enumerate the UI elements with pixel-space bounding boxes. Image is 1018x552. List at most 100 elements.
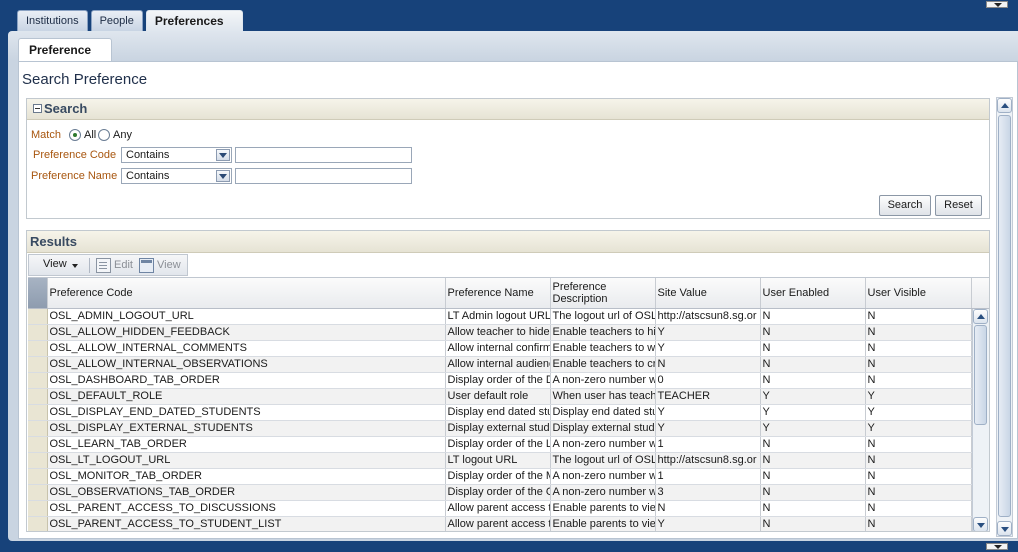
table-row[interactable]: OSL_LEARN_TAB_ORDER Display order of the …: [28, 436, 972, 453]
top-tab-bar: Institutions People Preferences: [17, 10, 246, 32]
table-cell: A non-zero number w: [550, 468, 656, 485]
table-cell: N: [865, 372, 972, 389]
row-selector[interactable]: [28, 404, 48, 421]
table-cell: N: [865, 356, 972, 373]
scroll-thumb[interactable]: [974, 325, 987, 425]
table-row[interactable]: OSL_DISPLAY_END_DATED_STUDENTS Display en…: [28, 404, 972, 421]
preference-name-operator-select[interactable]: Contains: [121, 168, 232, 184]
column-header[interactable]: User Visible: [865, 278, 972, 309]
table-cell: N: [760, 308, 866, 325]
table-row[interactable]: OSL_DISPLAY_EXTERNAL_STUDENTS Display ext…: [28, 420, 972, 437]
match-all-label: All: [84, 129, 97, 141]
table-cell: N: [865, 340, 972, 357]
row-selector[interactable]: [28, 436, 48, 453]
table-row[interactable]: OSL_DASHBOARD_TAB_ORDER Display order of …: [28, 372, 972, 389]
scroll-down-icon[interactable]: [997, 521, 1012, 536]
table-row[interactable]: OSL_DEFAULT_ROLE User default role When us…: [28, 388, 972, 405]
page-scrollbar[interactable]: [996, 97, 1013, 537]
tab-people[interactable]: People: [90, 10, 143, 32]
table-row[interactable]: OSL_ALLOW_INTERNAL_COMMENTS Allow interna…: [28, 340, 972, 357]
table-cell: N: [760, 436, 866, 453]
table-cell: Y: [760, 388, 866, 405]
table-row[interactable]: OSL_LT_LOGOUT_URL LT logout URL The logout…: [28, 452, 972, 469]
table-cell: Allow teacher to hide: [445, 324, 551, 341]
collapse-icon[interactable]: [33, 104, 42, 113]
table-cell: OSL_OBSERVATIONS_TAB_ORDER: [47, 484, 446, 501]
table-cell: OSL_DEFAULT_ROLE: [47, 388, 446, 405]
subtab-preference[interactable]: Preference: [18, 38, 113, 61]
preference-name-input[interactable]: [235, 168, 412, 184]
table-cell: Y: [655, 420, 761, 437]
preference-code-input[interactable]: [235, 147, 412, 163]
table-row[interactable]: OSL_OBSERVATIONS_TAB_ORDER Display order …: [28, 484, 972, 501]
column-header[interactable]: Preference Code: [47, 278, 446, 309]
search-button[interactable]: Search: [879, 195, 931, 216]
search-panel-header[interactable]: Search: [27, 99, 989, 120]
row-selector[interactable]: [28, 340, 48, 357]
row-selector[interactable]: [28, 372, 48, 389]
table-cell: OSL_ALLOW_HIDDEN_FEEDBACK: [47, 324, 446, 341]
table-cell: N: [865, 484, 972, 501]
column-header[interactable]: Preference Name: [445, 278, 551, 309]
table-cell: N: [865, 324, 972, 341]
table-row[interactable]: OSL_PARENT_ACCESS_TO_DISCUSSIONS Allow pa…: [28, 500, 972, 517]
preference-code-operator-select[interactable]: Contains: [121, 147, 232, 163]
scroll-down-icon[interactable]: [973, 517, 988, 531]
table-cell: Y: [865, 388, 972, 405]
table-cell: 1: [655, 436, 761, 453]
column-header[interactable]: Preference Description: [550, 278, 656, 309]
row-selector[interactable]: [28, 468, 48, 485]
row-selector[interactable]: [28, 388, 48, 405]
table-cell: OSL_PARENT_ACCESS_TO_DISCUSSIONS: [47, 500, 446, 517]
row-selector[interactable]: [28, 452, 48, 469]
scroll-thumb[interactable]: [998, 115, 1011, 517]
view-button[interactable]: View: [157, 259, 181, 271]
table-cell: Y: [655, 404, 761, 421]
table-cell: Y: [865, 420, 972, 437]
row-selector-header[interactable]: [28, 278, 48, 309]
reset-button[interactable]: Reset: [935, 195, 982, 216]
table-cell: Display order of the M: [445, 468, 551, 485]
chevron-down-icon[interactable]: [216, 170, 230, 182]
table-row[interactable]: OSL_ADMIN_LOGOUT_URL LT Admin logout URL T…: [28, 308, 972, 325]
table-cell: LT logout URL: [445, 452, 551, 469]
table-row[interactable]: OSL_ALLOW_HIDDEN_FEEDBACK Allow teacher t…: [28, 324, 972, 341]
table-cell: Enable teachers to hi: [550, 324, 656, 341]
window-expand-button[interactable]: [986, 543, 1008, 550]
chevron-down-icon[interactable]: [216, 149, 230, 161]
window-collapse-button[interactable]: [986, 1, 1008, 8]
scroll-up-icon[interactable]: [997, 98, 1012, 113]
tab-institutions[interactable]: Institutions: [17, 10, 88, 32]
table-cell: Display end dated stu: [445, 404, 551, 421]
grid-scrollbar[interactable]: [972, 309, 989, 531]
row-selector[interactable]: [28, 324, 48, 341]
row-selector[interactable]: [28, 516, 48, 531]
table-cell: Y: [760, 404, 866, 421]
view-menu[interactable]: View: [43, 258, 78, 270]
table-cell: Display order of the O: [445, 484, 551, 501]
table-cell: OSL_LT_LOGOUT_URL: [47, 452, 446, 469]
table-row[interactable]: OSL_ALLOW_INTERNAL_OBSERVATIONS Allow int…: [28, 356, 972, 373]
row-selector[interactable]: [28, 308, 48, 325]
column-header[interactable]: Site Value: [655, 278, 761, 309]
table-cell: 1: [655, 468, 761, 485]
row-selector[interactable]: [28, 420, 48, 437]
match-any-radio[interactable]: [98, 129, 110, 141]
row-selector[interactable]: [28, 484, 48, 501]
edit-button[interactable]: Edit: [114, 259, 133, 271]
tab-preferences[interactable]: Preferences: [145, 10, 243, 32]
table-cell: Display external stude: [550, 420, 656, 437]
table-row[interactable]: OSL_PARENT_ACCESS_TO_STUDENT_LIST Allow p…: [28, 516, 972, 531]
match-all-radio[interactable]: [69, 129, 81, 141]
scroll-up-icon[interactable]: [973, 309, 988, 324]
table-row[interactable]: OSL_MONITOR_TAB_ORDER Display order of th…: [28, 468, 972, 485]
table-cell: Display order of the L: [445, 436, 551, 453]
column-header[interactable]: User Enabled: [760, 278, 866, 309]
grid-header-corner: [972, 278, 989, 309]
table-cell: TEACHER: [655, 388, 761, 405]
table-cell: Allow parent access t: [445, 516, 551, 531]
row-selector[interactable]: [28, 500, 48, 517]
table-cell: Enable teachers to w: [550, 340, 656, 357]
row-selector[interactable]: [28, 356, 48, 373]
page-title: Search Preference: [22, 71, 148, 88]
